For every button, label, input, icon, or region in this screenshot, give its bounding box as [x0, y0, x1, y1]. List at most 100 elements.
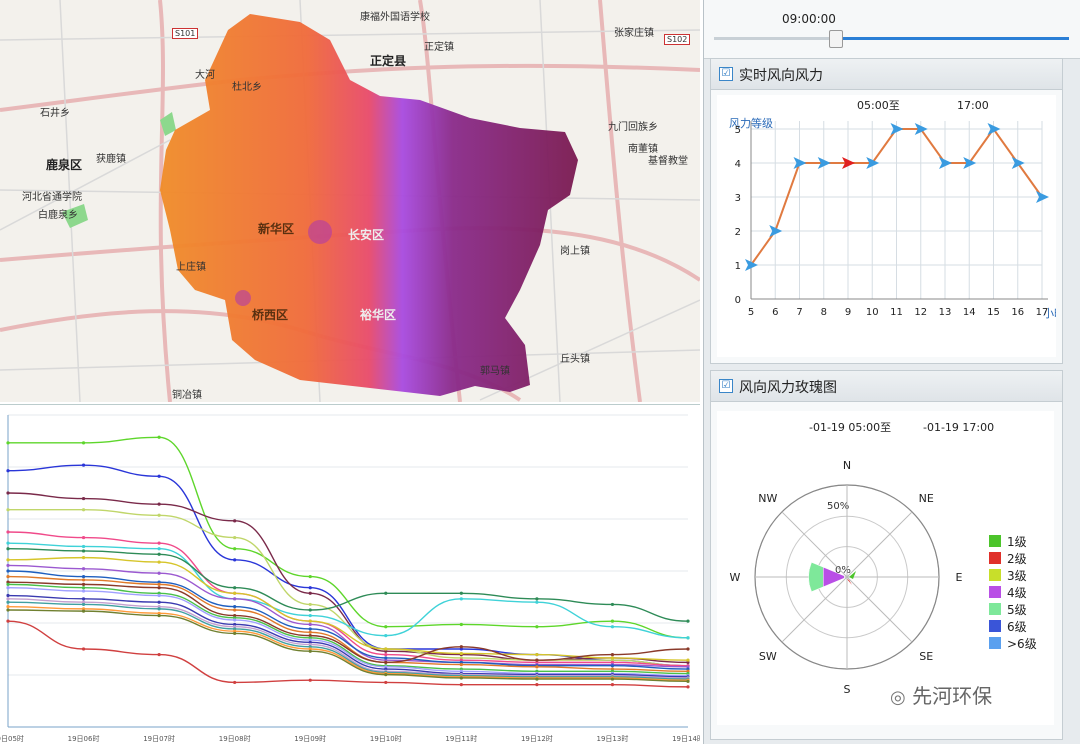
line-point — [535, 665, 539, 669]
line-point — [81, 574, 86, 579]
map-label-zhengding-town: 正定镇 — [424, 42, 454, 53]
line-point — [6, 582, 10, 586]
line-point — [459, 676, 463, 680]
rose-legend-swatch — [989, 620, 1001, 632]
wind-x-tick: 9 — [845, 307, 851, 318]
wind-x-tick: 11 — [890, 307, 903, 318]
line-point — [6, 469, 10, 473]
line-x-tick: 19日05时 — [0, 734, 24, 743]
line-point — [610, 683, 615, 687]
rose-dir-label: NE — [919, 492, 934, 505]
watermark: ◎ 先河环保 — [890, 680, 992, 709]
line-x-tick: 19日09时 — [294, 734, 326, 743]
line-point — [157, 571, 161, 575]
wind-panel-checkbox[interactable]: ☑ — [719, 67, 733, 81]
wind-x-tick: 15 — [987, 307, 1000, 318]
line-point — [6, 558, 10, 562]
line-point — [6, 593, 10, 598]
line-point — [308, 602, 312, 607]
wind-y-tick: 2 — [735, 227, 741, 238]
line-point — [308, 608, 312, 612]
rose-panel-checkbox[interactable]: ☑ — [719, 379, 733, 393]
map-label-qiaoxi: 桥西区 — [252, 308, 289, 322]
map-label-s102: S102 — [664, 34, 691, 45]
map-label-s101: S101 — [172, 28, 199, 39]
line-series — [7, 542, 689, 639]
line-x-tick: 19日14时 — [672, 734, 700, 743]
line-point — [459, 591, 463, 595]
line-point — [6, 547, 10, 551]
rose-dir-label: E — [956, 571, 963, 584]
line-point — [610, 652, 615, 657]
line-point — [384, 673, 388, 677]
wind-x-tick: 16 — [1011, 307, 1024, 318]
timeline-slider-thumb[interactable] — [828, 30, 843, 48]
wind-panel-header[interactable]: ☑ 实时风向风力 — [711, 59, 1062, 90]
map-label-shibei: 杜北乡 — [232, 82, 262, 93]
line-point — [686, 679, 690, 683]
map-label-dahe: 大河 — [195, 70, 215, 81]
line-point — [610, 656, 615, 660]
rose-legend-swatch — [989, 603, 1001, 615]
line-point — [686, 636, 690, 640]
wind-x-tick: 6 — [772, 307, 778, 318]
rose-range-end: -01-19 17:00 — [923, 421, 994, 434]
line-point — [535, 683, 539, 687]
timeline-time: 09:00:00 — [782, 12, 836, 26]
wind-x-tick: 8 — [821, 307, 827, 318]
rose-legend-label: 6级 — [1007, 620, 1027, 634]
line-point — [308, 630, 312, 634]
rose-chart-box: -01-19 05:00至 -01-19 17:00 50% 0% N NE E SE… — [717, 411, 1054, 725]
timeline-bar: 09:00:00 — [704, 0, 1080, 59]
wind-chart-box: 05:00至 17:00 风力等级 小时 5678910111213141516… — [717, 95, 1065, 357]
line-point — [6, 586, 10, 590]
rose-panel-title: 风向风力玫瑰图 — [739, 380, 837, 396]
line-point — [308, 574, 312, 579]
watermark-text: 先河环保 — [912, 684, 993, 708]
line-point — [308, 619, 312, 623]
line-point — [157, 613, 161, 618]
line-x-tick: 19日11时 — [445, 734, 477, 743]
rose-panel-header[interactable]: ☑ 风向风力玫瑰图 — [711, 371, 1062, 402]
line-x-tick: 19日13时 — [597, 734, 629, 743]
line-point — [6, 508, 10, 512]
wechat-icon: ◎ — [890, 687, 906, 708]
map-label-zhangjiazhuang: 张家庄镇 — [614, 28, 654, 39]
line-point — [157, 474, 161, 478]
rose-legend-swatch — [989, 569, 1001, 581]
line-point — [157, 607, 161, 611]
wind-panel: ☑ 实时风向风力 05:00至 17:00 风力等级 小时 5678910111… — [710, 58, 1065, 364]
line-point — [308, 627, 312, 631]
line-point — [81, 567, 86, 571]
concentration-line-chart[interactable]: 19日05时 19日06时 19日07时 19日08时 19日09时 19日10时 19日1… — [0, 404, 704, 745]
map-label-jiyingyi: 基督教堂 — [648, 156, 688, 167]
wind-x-tick: 5 — [748, 307, 754, 318]
map-label-yema: 郭马镇 — [480, 366, 510, 377]
line-point — [233, 558, 237, 562]
wind-panel-title: 实时风向风力 — [739, 68, 823, 84]
line-point — [384, 647, 388, 651]
wind-x-tick: 14 — [963, 307, 976, 318]
rose-dir-label: SE — [919, 650, 933, 663]
line-point — [308, 591, 312, 595]
rose-range: -01-19 05:00至 — [809, 421, 891, 434]
line-point — [233, 597, 237, 601]
rose-pct-50: 50% — [827, 501, 849, 512]
rose-legend-swatch — [989, 552, 1001, 564]
rose-legend-label: 1级 — [1007, 535, 1027, 549]
wind-y-tick: 1 — [735, 261, 741, 272]
line-point — [308, 649, 312, 653]
line-point — [233, 519, 237, 523]
line-point — [233, 605, 237, 609]
wind-range-start: 05:00至 — [857, 99, 900, 112]
map-label-gangshang: 岗上镇 — [560, 246, 590, 257]
line-point — [81, 609, 86, 613]
line-point — [81, 647, 86, 651]
wind-y-tick: 5 — [735, 125, 741, 136]
map-canvas — [0, 0, 700, 402]
wind-y-tick: 3 — [735, 193, 741, 204]
pollution-map[interactable]: 康福外国语学校 正定镇 正定县 张家庄镇 S101 S102 大河 杜北乡 石井… — [0, 0, 700, 402]
line-point — [6, 608, 10, 612]
line-point — [535, 597, 539, 601]
line-point — [686, 619, 690, 623]
